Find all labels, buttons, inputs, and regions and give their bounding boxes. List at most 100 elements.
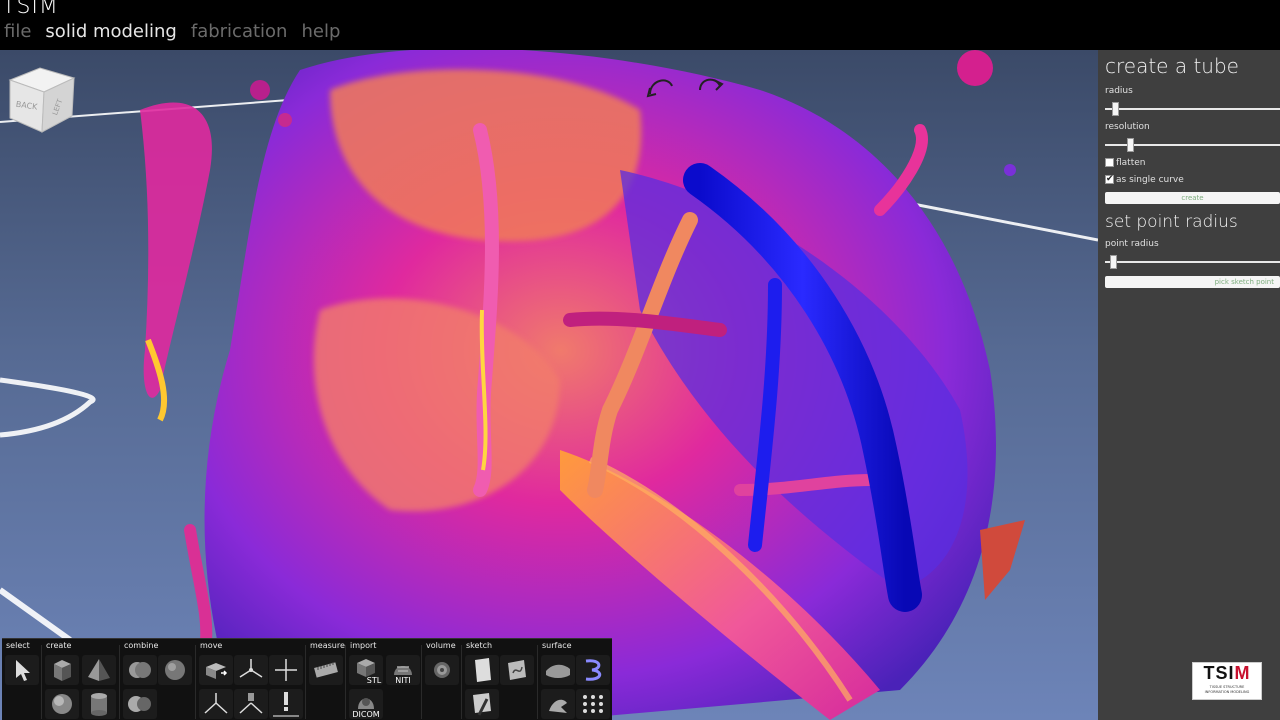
tool-group-label: measure: [310, 641, 345, 650]
select-tool[interactable]: [5, 655, 39, 685]
sketch-3d-icon: [508, 660, 526, 680]
set-point-radius-title: set point radius: [1105, 212, 1238, 232]
create-pyramid-tool[interactable]: [82, 655, 116, 685]
crosshair-tool[interactable]: [269, 655, 303, 685]
tripod-tool[interactable]: [199, 689, 233, 719]
tool-group-volume: volume: [422, 639, 462, 720]
transform-icon: [206, 663, 228, 679]
create-cylinder-tool[interactable]: [82, 689, 116, 719]
heart-volume: [140, 50, 1025, 720]
sketch-pen-tool[interactable]: [465, 689, 499, 719]
tool-group-label: import: [350, 641, 377, 650]
tsim-logo: TSIM TISSUE STRUCTURE INFORMATION MODELI…: [1192, 662, 1262, 700]
subtract-icon: [128, 696, 151, 712]
tool-group-create: create: [42, 639, 120, 720]
toolbox: select create combine move measure impor…: [2, 638, 612, 720]
cube-icon: [54, 660, 71, 681]
main-menu: file solid modeling fabrication help: [4, 21, 340, 42]
sphere-icon: [52, 694, 72, 714]
sketch-pen-icon: [473, 693, 491, 716]
tripod-icon: [204, 693, 228, 714]
tool-group-label: volume: [426, 641, 456, 650]
single-curve-checkbox[interactable]: ✔: [1105, 174, 1114, 184]
logo-subtitle: TISSUE STRUCTURE INFORMATION MODELING: [1204, 685, 1250, 694]
single-curve-label: as single curve: [1116, 175, 1184, 185]
sketch-page-icon: [475, 658, 491, 682]
surface-shape-tool[interactable]: [541, 689, 575, 719]
point-radius-label: point radius: [1105, 239, 1159, 249]
volume-icon: [434, 662, 450, 678]
dot-grid-icon: [583, 695, 603, 713]
menu-file[interactable]: file: [4, 21, 31, 42]
radius-label: radius: [1105, 86, 1133, 96]
pick-sketch-point-button[interactable]: pick sketch point: [1105, 276, 1280, 288]
niti-label: NITI: [395, 676, 411, 685]
tool-group-label: move: [200, 641, 223, 650]
checkmark-icon: ✔: [1106, 174, 1114, 184]
import-stl-tool[interactable]: STL: [349, 655, 383, 685]
view-cube[interactable]: BACK LEFT: [6, 64, 80, 134]
menu-solid-modeling[interactable]: solid modeling: [45, 21, 176, 42]
logo-wordmark: TSIM: [1203, 663, 1251, 683]
tool-group-move: move: [196, 639, 306, 720]
flatten-checkbox[interactable]: [1105, 158, 1114, 167]
tool-group-label: select: [6, 641, 30, 650]
subtract-tool[interactable]: [123, 689, 157, 719]
node-axes-tool[interactable]: [234, 689, 268, 719]
sketch-3d-tool[interactable]: [500, 655, 534, 685]
measure-tool[interactable]: [309, 655, 343, 685]
surface-shape-icon: [549, 699, 567, 713]
union-tool[interactable]: [123, 655, 157, 685]
tool-group-label: surface: [542, 641, 572, 650]
surface-slab-icon: [546, 664, 570, 678]
resolution-slider[interactable]: [1105, 138, 1280, 152]
crosshair-icon: [275, 659, 297, 681]
ruler-icon: [314, 662, 338, 678]
axes-tool[interactable]: [234, 655, 268, 685]
tool-group-measure: measure: [306, 639, 346, 720]
properties-panel: create a tube radius resolution flatten …: [1098, 50, 1280, 720]
point-radius-slider-thumb[interactable]: [1110, 255, 1117, 269]
create-sphere-tool[interactable]: [45, 689, 79, 719]
resolution-slider-thumb[interactable]: [1127, 138, 1134, 152]
create-button[interactable]: create: [1105, 192, 1280, 204]
dicom-label: DICOM: [352, 710, 380, 719]
create-tube-title: create a tube: [1105, 54, 1239, 78]
axes-icon: [239, 659, 263, 678]
union-icon: [129, 662, 151, 678]
sketch-page-tool[interactable]: [465, 655, 499, 685]
import-dicom-tool[interactable]: DICOM: [349, 689, 383, 719]
intersect-tool[interactable]: [158, 655, 192, 685]
top-bar: TSIM file solid modeling fabrication hel…: [0, 0, 1280, 50]
3d-viewport[interactable]: ossep: [0, 50, 1098, 720]
menu-help[interactable]: help: [301, 21, 340, 42]
radius-slider-thumb[interactable]: [1112, 102, 1119, 116]
intersect-icon: [165, 660, 185, 680]
tool-group-sketch: sketch: [462, 639, 538, 720]
tool-group-label: sketch: [466, 641, 493, 650]
menu-fabrication[interactable]: fabrication: [191, 21, 288, 42]
resolution-label: resolution: [1105, 122, 1150, 132]
tool-group-label: create: [46, 641, 72, 650]
tool-group-import: import STL NITI DICOM: [346, 639, 422, 720]
surface-curve-tool[interactable]: [576, 655, 610, 685]
create-cube-tool[interactable]: [45, 655, 79, 685]
cylinder-icon: [91, 693, 107, 716]
surface-slab-tool[interactable]: [541, 655, 575, 685]
exclamation-icon: [273, 692, 299, 717]
tool-group-select: select: [2, 639, 42, 720]
flatten-label: flatten: [1116, 158, 1146, 168]
radius-slider[interactable]: [1105, 102, 1280, 116]
app-title: TSIM: [2, 0, 59, 19]
import-niti-tool[interactable]: NITI: [386, 655, 420, 685]
point-radius-slider[interactable]: [1105, 255, 1280, 269]
volume-tool[interactable]: [425, 655, 459, 685]
surface-curve-icon: [585, 659, 602, 681]
tool-group-combine: combine: [120, 639, 196, 720]
transform-tool[interactable]: [199, 655, 233, 685]
tool-group-surface: surface: [538, 639, 612, 720]
cursor-arrow-icon: [16, 660, 30, 681]
surface-grid-tool[interactable]: [576, 689, 610, 719]
volume-render-scene[interactable]: ossep: [0, 50, 1098, 720]
move-pin-tool[interactable]: [269, 689, 303, 719]
